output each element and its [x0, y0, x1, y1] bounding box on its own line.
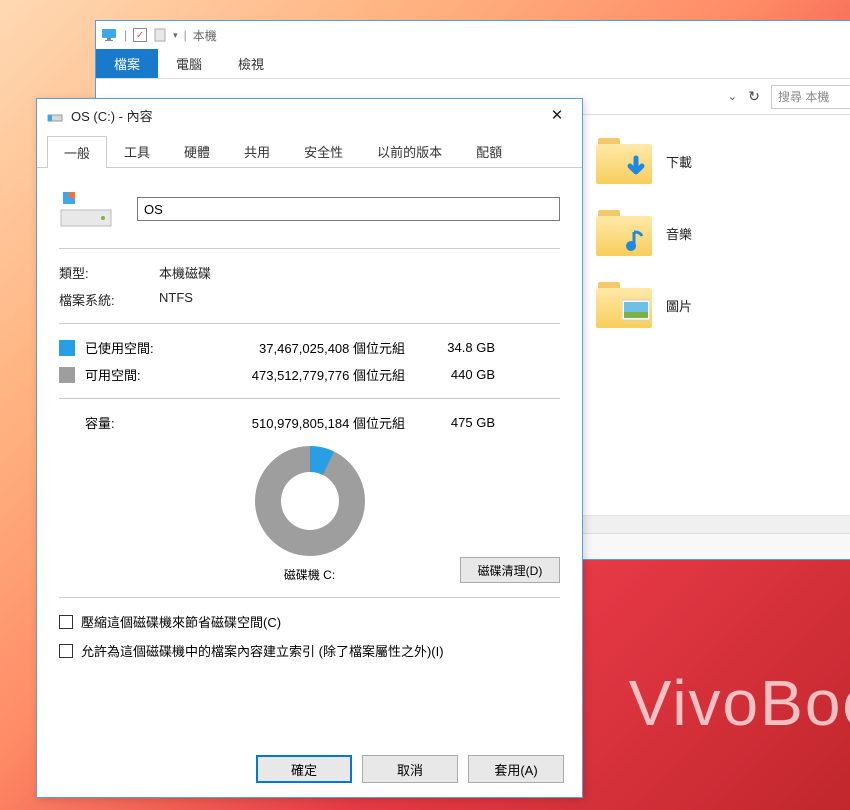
folder-icon — [596, 282, 652, 328]
used-color-swatch — [59, 340, 75, 356]
drive-name-input[interactable] — [137, 197, 560, 221]
disk-usage-chart: 磁碟機 C: 磁碟清理(D) — [59, 446, 560, 583]
type-value: 本機磁碟 — [159, 263, 211, 282]
tab-previous-versions[interactable]: 以前的版本 — [360, 135, 459, 167]
ribbon-tab-file[interactable]: 檔案 — [96, 49, 158, 78]
used-bytes: 37,467,025,408 個位元組 — [185, 338, 405, 357]
folder-item-pictures[interactable]: 圖片 — [596, 269, 850, 341]
folder-icon — [596, 138, 652, 184]
titlebar-separator-2: | — [184, 28, 187, 42]
dialog-title: OS (C:) - 內容 — [71, 106, 542, 125]
compress-label: 壓縮這個磁碟機來節省磁碟空間(C) — [81, 612, 281, 631]
tab-hardware[interactable]: 硬體 — [167, 135, 227, 167]
qat-checkbox-icon[interactable]: ✓ — [133, 28, 147, 42]
tab-sharing[interactable]: 共用 — [227, 135, 287, 167]
used-label: 已使用空間: — [85, 338, 185, 357]
type-label: 類型: — [59, 263, 159, 282]
fs-value: NTFS — [159, 290, 193, 309]
free-label: 可用空間: — [85, 365, 185, 384]
used-gb: 34.8 GB — [405, 340, 495, 355]
folder-item-downloads[interactable]: 下載 — [596, 125, 850, 197]
qat-dropdown-icon[interactable]: ▾ — [173, 30, 178, 41]
explorer-titlebar: | ✓ ▾ | 本機 — [96, 21, 850, 49]
folder-label: 音樂 — [666, 224, 692, 243]
cancel-button[interactable]: 取消 — [362, 755, 458, 783]
folder-icon — [596, 210, 652, 256]
monitor-icon — [102, 29, 118, 41]
qat-document-icon[interactable] — [153, 28, 167, 42]
dialog-tabs: 一般 工具 硬體 共用 安全性 以前的版本 配額 — [37, 131, 582, 168]
free-bytes: 473,512,779,776 個位元組 — [185, 365, 405, 384]
ribbon-tab-computer[interactable]: 電腦 — [158, 49, 220, 78]
compress-checkbox[interactable] — [59, 615, 73, 629]
search-input[interactable]: 搜尋 本機 — [771, 85, 850, 109]
index-label: 允許為這個磁碟機中的檔案內容建立索引 (除了檔案屬性之外)(I) — [81, 641, 444, 660]
index-checkbox[interactable] — [59, 644, 73, 658]
ok-button[interactable]: 確定 — [256, 755, 352, 783]
tab-general[interactable]: 一般 — [47, 136, 107, 168]
folder-label: 圖片 — [666, 296, 692, 315]
apply-button[interactable]: 套用(A) — [468, 755, 564, 783]
refresh-button[interactable]: ↻ — [743, 86, 765, 108]
picture-icon — [622, 296, 650, 324]
explorer-title: 本機 — [193, 27, 217, 44]
desktop-brand-text: VivoBoo — [629, 666, 850, 740]
free-color-swatch — [59, 367, 75, 383]
download-arrow-icon — [622, 154, 650, 182]
ribbon-tab-view[interactable]: 檢視 — [220, 49, 282, 78]
donut-chart — [255, 446, 365, 556]
music-note-icon — [622, 226, 650, 254]
dialog-body: 類型:本機磁碟 檔案系統:NTFS 已使用空間: 37,467,025,408 … — [37, 168, 582, 680]
fs-label: 檔案系統: — [59, 290, 159, 309]
capacity-bytes: 510,979,805,184 個位元組 — [185, 413, 405, 432]
drive-label: 磁碟機 C: — [284, 566, 335, 583]
dialog-buttons: 確定 取消 套用(A) — [256, 755, 564, 783]
drive-icon — [47, 107, 63, 123]
folder-label: 下載 — [666, 152, 692, 171]
capacity-gb: 475 GB — [405, 415, 495, 430]
tab-tools[interactable]: 工具 — [107, 135, 167, 167]
properties-dialog: OS (C:) - 內容 ✕ 一般 工具 硬體 共用 安全性 以前的版本 配額 … — [36, 98, 583, 798]
close-button[interactable]: ✕ — [542, 103, 572, 127]
dialog-titlebar[interactable]: OS (C:) - 內容 ✕ — [37, 99, 582, 131]
drive-icon-large — [59, 188, 113, 230]
tab-quota[interactable]: 配額 — [459, 135, 519, 167]
tab-security[interactable]: 安全性 — [287, 135, 360, 167]
address-dropdown-icon[interactable]: ⌄ — [728, 90, 737, 103]
disk-cleanup-button[interactable]: 磁碟清理(D) — [460, 557, 560, 583]
titlebar-separator: | — [124, 28, 127, 42]
ribbon-tabs: 檔案 電腦 檢視 — [96, 49, 850, 79]
free-gb: 440 GB — [405, 367, 495, 382]
folder-item-music[interactable]: 音樂 — [596, 197, 850, 269]
capacity-label: 容量: — [85, 413, 185, 432]
